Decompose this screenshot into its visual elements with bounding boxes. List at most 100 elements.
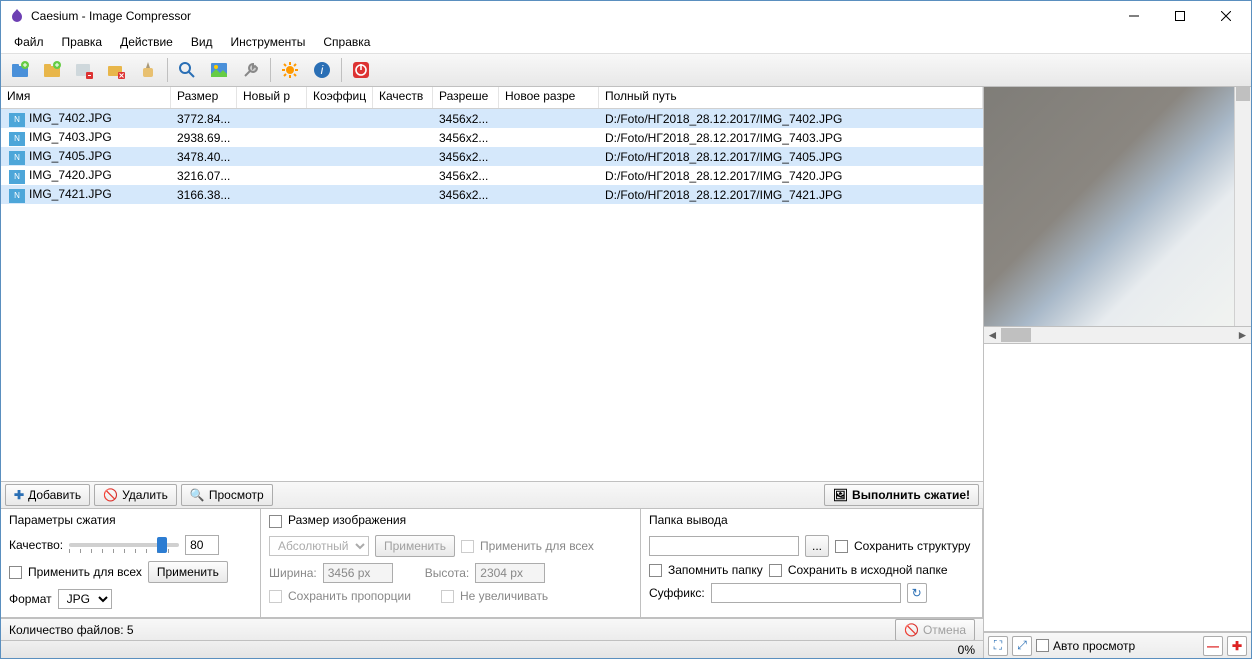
width-label: Ширина: [269, 566, 317, 580]
col-newres[interactable]: Новое разре [499, 87, 599, 108]
remove-button[interactable]: 🚫Удалить [94, 484, 177, 506]
statusbar: Количество файлов: 5 🚫Отмена [1, 618, 983, 640]
picture-icon[interactable] [204, 56, 234, 84]
remove-icon[interactable] [69, 56, 99, 84]
height-label: Высота: [425, 566, 470, 580]
maximize-button[interactable] [1157, 1, 1203, 31]
clear-icon[interactable] [133, 56, 163, 84]
format-select[interactable]: JPG [58, 589, 112, 609]
col-quality[interactable]: Качеств [373, 87, 433, 108]
add-button[interactable]: ✚Добавить [5, 484, 90, 506]
format-label: Формат [9, 592, 52, 606]
remove-all-icon[interactable] [101, 56, 131, 84]
right-pane: ◄ ► ⛶ ⤢ Авто просмотр — ✚ [984, 87, 1251, 658]
menubar: Файл Правка Действие Вид Инструменты Спр… [1, 31, 1251, 53]
suffix-input[interactable] [711, 583, 901, 603]
magnifier-icon: 🔍 [190, 488, 205, 502]
apply-all-checkbox[interactable] [9, 566, 22, 579]
remember-checkbox[interactable] [649, 564, 662, 577]
apply-all-label: Применить для всех [28, 565, 142, 579]
tools-icon[interactable] [236, 56, 266, 84]
original-size-button[interactable]: ⤢ [1012, 636, 1032, 656]
scroll-right-icon[interactable]: ► [1234, 327, 1251, 344]
svg-text:i: i [321, 63, 324, 77]
resize-apply-all-label: Применить для всех [480, 539, 594, 553]
table-row[interactable]: NIMG_7405.JPG3478.40...3456x2...D:/Foto/… [1, 147, 983, 166]
col-ratio[interactable]: Коэффиц [307, 87, 373, 108]
auto-preview-checkbox[interactable] [1036, 639, 1049, 652]
preview-footer: ⛶ ⤢ Авто просмотр — ✚ [984, 632, 1251, 658]
file-type-icon: N [9, 132, 25, 146]
keep-structure-checkbox[interactable] [835, 540, 848, 553]
same-folder-label: Сохранить в исходной папке [788, 563, 948, 577]
compress-button[interactable]: 🖼Выполнить сжатие! [824, 484, 979, 506]
minimize-button[interactable] [1111, 1, 1157, 31]
quality-label: Качество: [9, 538, 63, 552]
browse-button[interactable]: ... [805, 535, 829, 557]
col-size[interactable]: Размер [171, 87, 237, 108]
fit-button[interactable]: ⛶ [988, 636, 1008, 656]
quality-input[interactable] [185, 535, 219, 555]
quality-slider[interactable] [69, 543, 179, 547]
output-path-input[interactable] [649, 536, 799, 556]
file-type-icon: N [9, 189, 25, 203]
run-icon: 🖼 [833, 488, 848, 502]
progress-text: 0% [958, 643, 975, 657]
apply-quality-button[interactable]: Применить [148, 561, 228, 583]
add-file-icon[interactable] [5, 56, 35, 84]
menu-view[interactable]: Вид [182, 33, 222, 51]
search-icon[interactable] [172, 56, 202, 84]
keep-ratio-checkbox [269, 590, 282, 603]
suffix-label: Суффикс: [649, 586, 705, 600]
col-newsize[interactable]: Новый р [237, 87, 307, 108]
titlebar: Caesium - Image Compressor [1, 1, 1251, 31]
col-res[interactable]: Разреше [433, 87, 499, 108]
menu-tools[interactable]: Инструменты [222, 33, 315, 51]
table-row[interactable]: NIMG_7421.JPG3166.38...3456x2...D:/Foto/… [1, 185, 983, 204]
main-area: Имя Размер Новый р Коэффиц Качеств Разре… [1, 87, 1251, 658]
table-row[interactable]: NIMG_7403.JPG2938.69...3456x2...D:/Foto/… [1, 128, 983, 147]
col-name[interactable]: Имя [1, 87, 171, 108]
preview-original [984, 87, 1251, 327]
menu-action[interactable]: Действие [111, 33, 182, 51]
file-type-icon: N [9, 170, 25, 184]
zoom-out-button[interactable]: — [1203, 636, 1223, 656]
keep-structure-label: Сохранить структуру [854, 539, 970, 553]
toolbar: i [1, 53, 1251, 87]
info-icon[interactable]: i [307, 56, 337, 84]
close-button[interactable] [1203, 1, 1249, 31]
no-enlarge-checkbox [441, 590, 454, 603]
height-input [475, 563, 545, 583]
compress-title: Параметры сжатия [9, 513, 252, 527]
remember-label: Запомнить папку [668, 563, 763, 577]
table-row[interactable]: NIMG_7420.JPG3216.07...3456x2...D:/Foto/… [1, 166, 983, 185]
plus-icon: ✚ [14, 488, 24, 502]
resize-mode-select: Абсолютный [269, 536, 369, 556]
separator-icon [167, 58, 168, 82]
settings-gear-icon[interactable] [275, 56, 305, 84]
preview-button[interactable]: 🔍Просмотр [181, 484, 273, 506]
file-count-label: Количество файлов: 5 [9, 623, 134, 637]
menu-help[interactable]: Справка [314, 33, 379, 51]
cancel-icon: 🚫 [904, 623, 919, 637]
table-body[interactable]: NIMG_7402.JPG3772.84...3456x2...D:/Foto/… [1, 109, 983, 481]
preview-hscroll[interactable]: ◄ ► [984, 327, 1251, 344]
menu-edit[interactable]: Правка [53, 33, 112, 51]
menu-file[interactable]: Файл [5, 33, 53, 51]
width-input [323, 563, 393, 583]
table-row[interactable]: NIMG_7402.JPG3772.84...3456x2...D:/Foto/… [1, 109, 983, 128]
power-icon[interactable] [346, 56, 376, 84]
add-folder-icon[interactable] [37, 56, 67, 84]
reset-suffix-button[interactable]: ↻ [907, 583, 927, 603]
scroll-left-icon[interactable]: ◄ [984, 327, 1001, 344]
resize-enable-checkbox[interactable] [269, 515, 282, 528]
preview-vscroll[interactable] [1234, 87, 1251, 326]
cancel-button: 🚫Отмена [895, 619, 975, 641]
settings-panels: Параметры сжатия Качество: Применить для… [1, 509, 983, 618]
progress-bar: 0% [1, 640, 983, 658]
window-title: Caesium - Image Compressor [31, 9, 1111, 23]
compress-panel: Параметры сжатия Качество: Применить для… [1, 509, 261, 617]
same-folder-checkbox[interactable] [769, 564, 782, 577]
zoom-in-button[interactable]: ✚ [1227, 636, 1247, 656]
col-path[interactable]: Полный путь [599, 87, 983, 108]
